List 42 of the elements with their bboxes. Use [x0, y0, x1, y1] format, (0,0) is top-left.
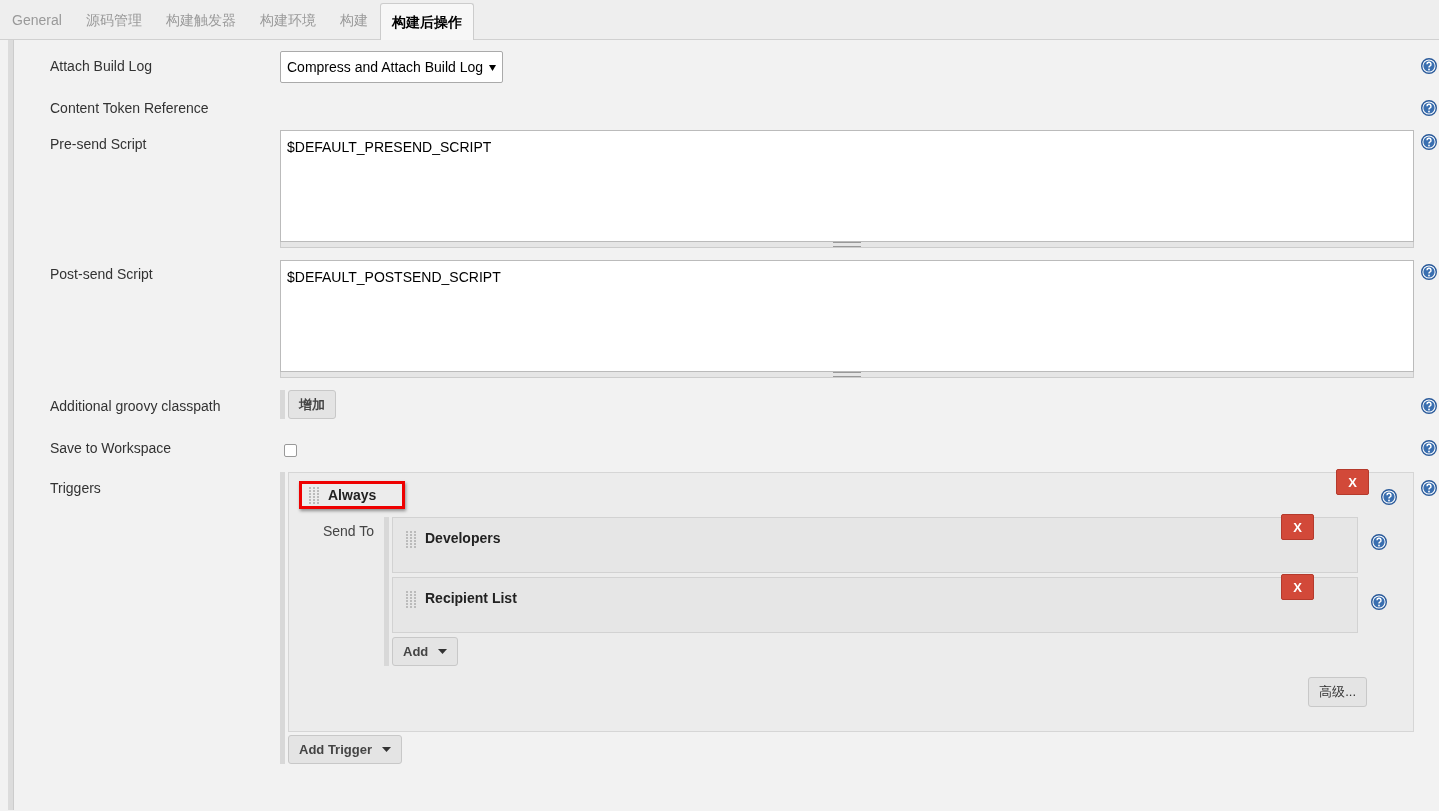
add-button[interactable]: 增加: [288, 390, 336, 419]
delete-button[interactable]: X: [1336, 469, 1369, 495]
drag-handle-icon[interactable]: [308, 486, 320, 504]
help-icon[interactable]: [1421, 440, 1437, 456]
field-label: Triggers: [50, 479, 102, 496]
advanced-button[interactable]: 高级...: [1308, 677, 1367, 707]
build-log-select[interactable]: Compress and Attach Build Log: [280, 51, 504, 83]
trigger-title: Always: [299, 481, 406, 509]
add-button[interactable]: Add: [392, 637, 459, 666]
caret-icon: [381, 747, 391, 752]
help-icon[interactable]: [1421, 100, 1437, 116]
recipient-name: Recipient List: [425, 590, 517, 606]
send-to-label: Send To: [321, 522, 375, 541]
caret-icon: [489, 63, 497, 71]
drag-handle-icon[interactable]: [405, 530, 417, 548]
checkbox[interactable]: [284, 444, 297, 457]
field-label: Attach Build Log: [50, 57, 153, 74]
field-label: Additional groovy classpath: [50, 397, 222, 414]
field-label: Post-send Script: [50, 265, 154, 282]
help-icon[interactable]: [1381, 489, 1397, 505]
script-textarea[interactable]: $DEFAULT_POSTSEND_SCRIPT: [280, 260, 1414, 372]
field-label: Pre-send Script: [50, 135, 148, 152]
help-icon[interactable]: [1421, 134, 1437, 150]
help-icon[interactable]: [1371, 594, 1387, 610]
help-icon[interactable]: [1421, 264, 1437, 280]
caret-icon: [438, 649, 448, 654]
tab[interactable]: 构建后操作: [379, 3, 474, 40]
help-icon[interactable]: [1371, 534, 1387, 550]
field-label: Save to Workspace: [50, 439, 173, 456]
help-icon[interactable]: [1421, 398, 1437, 414]
recipient-name: Developers: [425, 530, 501, 546]
delete-button[interactable]: X: [1281, 574, 1314, 600]
help-icon[interactable]: [1421, 58, 1437, 74]
indent-bar: [280, 390, 285, 419]
add-trigger-button[interactable]: Add Trigger: [288, 735, 402, 764]
field-label: Content Token Reference: [50, 99, 210, 116]
drag-handle-icon[interactable]: [405, 590, 417, 608]
help-icon[interactable]: [1421, 480, 1437, 496]
script-textarea[interactable]: $DEFAULT_PRESEND_SCRIPT: [280, 130, 1414, 242]
resize-grip[interactable]: [280, 372, 1414, 378]
delete-button[interactable]: X: [1281, 514, 1314, 540]
resize-grip[interactable]: [280, 242, 1414, 248]
